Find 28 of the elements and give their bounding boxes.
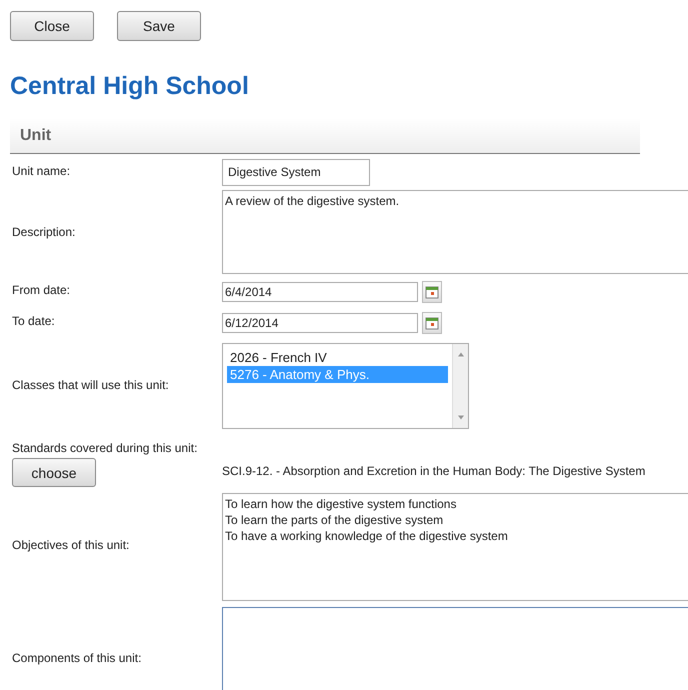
choose-button[interactable]: choose <box>12 458 96 487</box>
objective-line: To learn the parts of the digestive system <box>225 512 444 528</box>
objectives-field[interactable]: To learn how the digestive system functions To learn the parts of the digestive system To have a working knowledge of the digestive system <box>222 493 688 601</box>
standard-text: SCI.9-12. - Absorption and Excretion in the Human Body: The Digestive System <box>222 464 646 478</box>
description-field[interactable]: A review of the digestive system. <box>222 190 688 274</box>
calendar-icon[interactable] <box>422 312 442 334</box>
field-label: Components of this unit: <box>12 650 142 667</box>
field-label: Description: <box>12 224 76 241</box>
toolbar-button[interactable]: Save <box>117 11 201 41</box>
date-field[interactable]: 6/4/2014 <box>222 282 418 302</box>
field-label: Classes that will use this unit: <box>12 376 170 394</box>
field-label: Unit name: <box>12 163 72 180</box>
list-option[interactable]: 2026 - French IV <box>227 349 448 366</box>
calendar-icon[interactable] <box>422 280 442 302</box>
scroll-up-arrow-icon[interactable] <box>456 352 464 357</box>
classes-listbox[interactable]: 2026 - French IV 5276 - Anatomy & Phys. <box>222 343 469 429</box>
scrollbar[interactable] <box>452 344 468 428</box>
field-label: To date: <box>12 312 56 330</box>
toolbar-button[interactable]: Close <box>10 11 94 41</box>
field-label: From date: <box>12 282 72 298</box>
school-title: Central High School <box>10 71 250 101</box>
objective-line: To learn how the digestive system functions <box>225 496 458 512</box>
unit-name-field[interactable]: Digestive System <box>222 159 370 186</box>
scroll-down-arrow-icon[interactable] <box>456 415 464 420</box>
objective-line: To have a working knowledge of the digestive system <box>225 528 509 544</box>
field-label: Objectives of this unit: <box>12 537 130 554</box>
date-field[interactable]: 6/12/2014 <box>222 312 418 332</box>
field-label: Standards covered during this unit: <box>12 441 198 455</box>
